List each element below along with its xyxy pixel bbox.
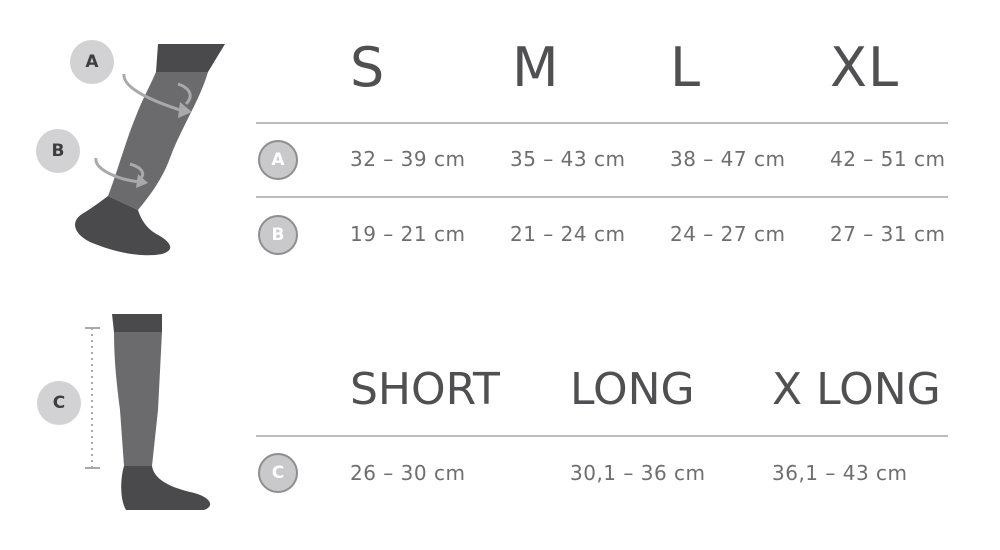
size-header-m: M	[512, 36, 560, 99]
row-b-badge: B	[258, 215, 298, 255]
sock-cuff	[156, 44, 225, 72]
size-header-s: S	[350, 36, 386, 99]
label-b-badge: B	[36, 129, 80, 173]
row-a-m-value: 35 – 43 cm	[510, 147, 626, 171]
sock-leg	[108, 72, 208, 210]
size-header-l: L	[670, 36, 702, 99]
length-table-divider	[256, 435, 948, 437]
sock-length-illustration	[85, 314, 211, 510]
row-a-s-value: 32 – 39 cm	[350, 147, 466, 171]
row-c-badge: C	[258, 453, 298, 493]
length-header-long: LONG	[570, 364, 695, 415]
size-table-divider	[256, 122, 948, 124]
row-b-l-value: 24 – 27 cm	[670, 222, 786, 246]
sock-foot	[75, 196, 171, 256]
length-header-x-long: X LONG	[772, 364, 941, 415]
size-header-xl: XL	[830, 36, 900, 99]
row-b-xl-value: 27 – 31 cm	[830, 222, 946, 246]
row-c-x-long-value: 36,1 – 43 cm	[772, 461, 908, 485]
row-b-m-value: 21 – 24 cm	[510, 222, 626, 246]
row-a-l-value: 38 – 47 cm	[670, 147, 786, 171]
label-c-badge: C	[37, 381, 81, 425]
sock-foot	[121, 466, 211, 510]
row-c-long-value: 30,1 – 36 cm	[570, 461, 706, 485]
sock-leg	[114, 332, 162, 466]
row-a-badge: A	[258, 140, 298, 180]
row-b-s-value: 19 – 21 cm	[350, 222, 466, 246]
length-header-short: SHORT	[350, 364, 500, 415]
row-c-short-value: 26 – 30 cm	[350, 461, 466, 485]
label-a-badge: A	[70, 40, 114, 84]
row-divider	[256, 196, 948, 198]
sock-cuff	[112, 314, 162, 332]
row-a-xl-value: 42 – 51 cm	[830, 147, 946, 171]
